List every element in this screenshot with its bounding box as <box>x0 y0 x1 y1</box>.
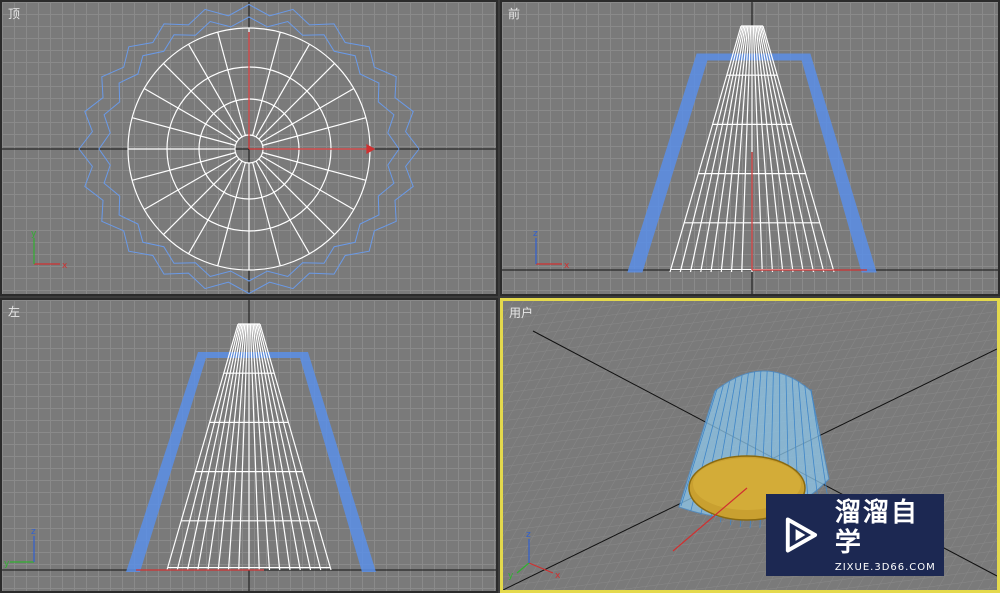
axis-y-label: y <box>4 559 10 569</box>
top-view-canvas: x y <box>2 2 496 294</box>
axis-z-label: z <box>31 527 36 537</box>
viewport-label-top[interactable]: 顶 <box>8 8 20 20</box>
axis-y-label: y <box>31 229 37 239</box>
viewport-label-left[interactable]: 左 <box>8 306 20 318</box>
axis-x-label: x <box>564 261 570 271</box>
viewport-label-user[interactable]: 用户 <box>509 307 533 319</box>
axis-x-label: x <box>62 261 68 271</box>
watermark: 溜溜自学 ZIXUE.3D66.COM <box>766 494 944 576</box>
axis-y-label: y <box>508 571 514 581</box>
viewport-label-front[interactable]: 前 <box>508 8 520 20</box>
axis-tripod <box>535 238 562 265</box>
watermark-title: 溜溜自学 <box>834 497 919 558</box>
play-icon <box>785 517 818 553</box>
viewport-front[interactable]: x z 前 <box>500 0 1000 296</box>
axis-tripod <box>10 536 35 563</box>
viewport-top[interactable]: x y 顶 <box>0 0 498 296</box>
axis-x-label: x <box>555 571 561 581</box>
viewport-left[interactable]: y z 左 <box>0 298 498 593</box>
gizmo-transform <box>248 32 376 155</box>
axis-z-label: z <box>526 530 531 540</box>
axis-tripod <box>33 238 60 265</box>
watermark-url: ZIXUE.3D66.COM <box>834 561 936 573</box>
left-view-canvas: y z <box>2 300 496 591</box>
front-view-canvas: x z <box>502 2 998 294</box>
axis-z-label: z <box>533 229 538 239</box>
blue-frustum-left <box>126 352 376 572</box>
